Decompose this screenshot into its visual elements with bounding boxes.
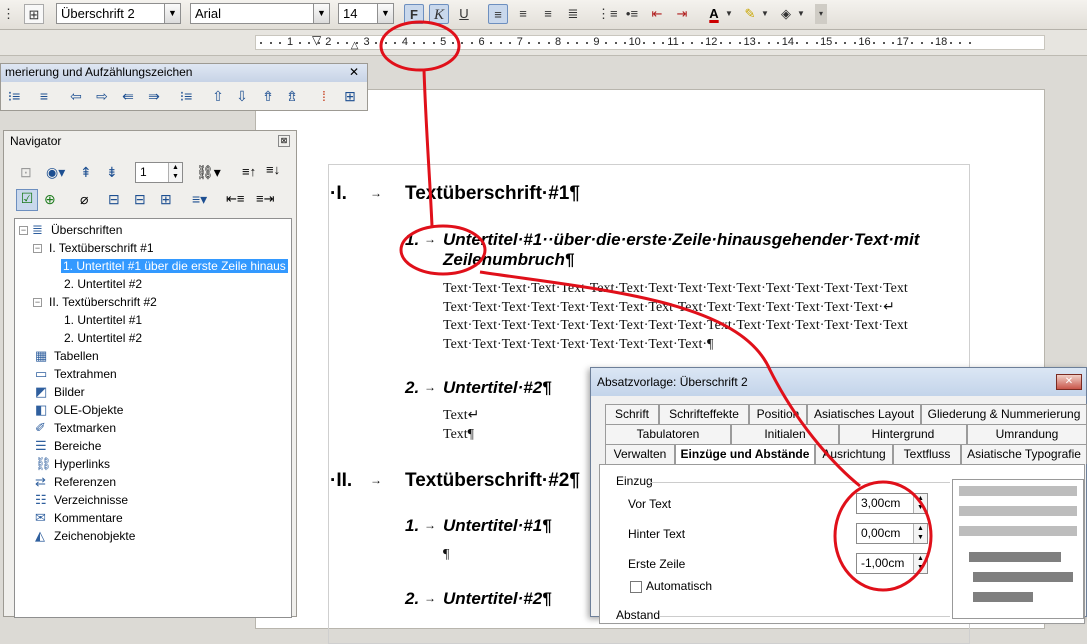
annotation-circle-fields — [833, 480, 933, 592]
annotation-line-fields — [479, 270, 861, 488]
annotation-line-ruler — [422, 69, 434, 227]
annotation-overlay — [379, 20, 933, 592]
annotation-circle-heading — [399, 224, 487, 276]
annotation-circle-ruler — [379, 20, 461, 72]
